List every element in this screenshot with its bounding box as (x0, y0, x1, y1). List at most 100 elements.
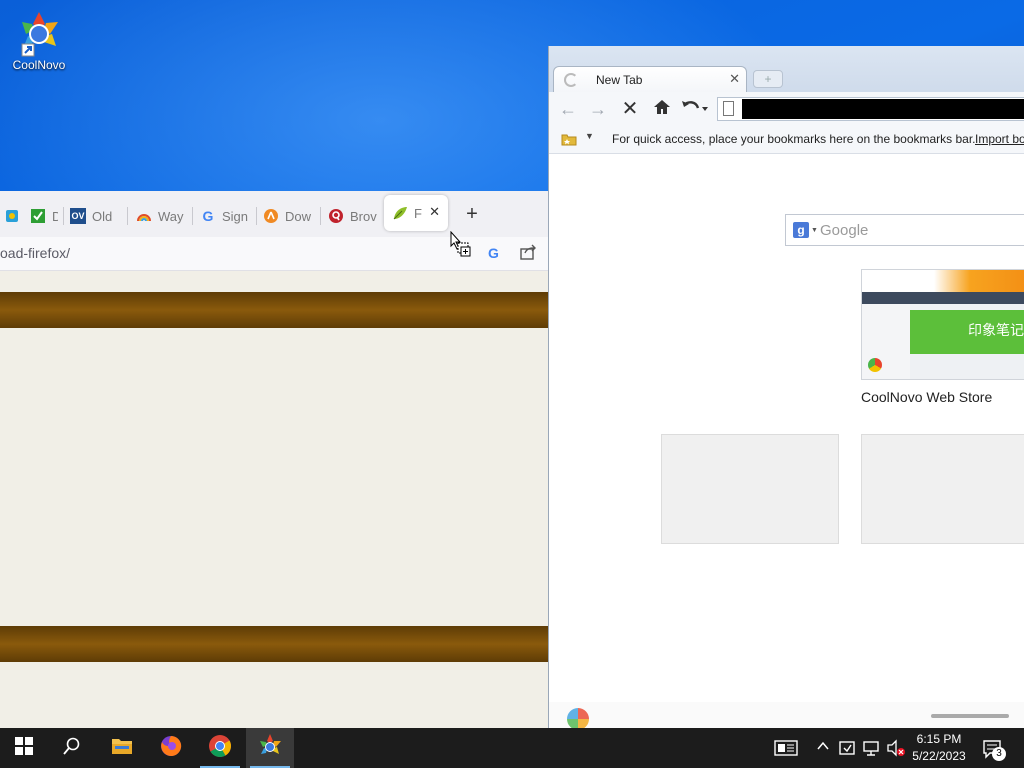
tab-title: New Tab (596, 72, 643, 87)
close-icon[interactable]: ✕ (729, 71, 740, 87)
tab-separator (192, 207, 193, 225)
search-engine-icon[interactable]: g (793, 222, 809, 238)
firefox-tab[interactable]: G Sign (200, 203, 250, 229)
search-icon (63, 737, 81, 760)
taskbar-firefox[interactable] (147, 728, 195, 768)
new-tab-button[interactable]: + (462, 204, 482, 224)
start-button[interactable] (0, 728, 48, 768)
coolnovo-logo-icon (567, 708, 589, 728)
tab-label: Brov (350, 208, 377, 224)
firefox-tab[interactable]: Brov (328, 203, 378, 229)
stop-icon[interactable]: ✕ (619, 98, 641, 120)
coolnovo-tabbar: New Tab ✕ + (549, 46, 1024, 92)
chrome-icon (208, 734, 232, 763)
coolnovo-footer (549, 702, 1024, 728)
loading-spinner-icon (564, 72, 578, 87)
ov-icon: OV (70, 208, 86, 224)
page-banner-bottom (0, 626, 548, 662)
action-center-icon[interactable]: 3 (982, 739, 1006, 761)
tab-separator (127, 207, 128, 225)
firefox-tab[interactable]: Way (136, 203, 186, 229)
folder-icon (111, 737, 133, 760)
taskbar-coolnovo[interactable] (246, 728, 294, 768)
firefox-tab[interactable]: Dow (263, 203, 313, 229)
chevron-down-icon[interactable]: ▼ (585, 131, 594, 141)
coolnovo-icon (257, 733, 283, 764)
bookmarks-bar: ▼ For quick access, place your bookmarks… (549, 124, 1024, 154)
tab-separator (320, 207, 321, 225)
search-placeholder: Google (820, 222, 869, 239)
windows-logo-icon (15, 736, 33, 760)
tab-label: Old (92, 208, 113, 224)
clock-date: 5/22/2023 (912, 749, 966, 763)
search-button[interactable] (48, 728, 96, 768)
firefox-url-bar[interactable]: oad-firefox/ G (0, 230, 548, 271)
coolnovo-tab[interactable]: New Tab ✕ (553, 66, 747, 92)
tab-label: F (414, 205, 422, 221)
tab-label: Dow (285, 208, 312, 224)
thumbnail-navbar (862, 292, 1024, 304)
checkmark-icon (30, 208, 46, 224)
page-banner-top (0, 292, 548, 328)
firefox-icon (159, 734, 183, 763)
google-g-icon: G (202, 208, 214, 224)
download-site-icon (263, 208, 279, 224)
taskbar-file-explorer[interactable] (98, 728, 146, 768)
taskbar: 6:15 PM 5/22/2023 3 (0, 728, 1024, 768)
new-tab-button[interactable]: + (753, 70, 783, 88)
network-icon[interactable] (862, 739, 880, 757)
firefox-tab[interactable]: OV Old (70, 203, 120, 229)
firefox-tab-active[interactable]: F ✕ (384, 195, 448, 231)
firefox-tab[interactable]: D (30, 203, 58, 229)
leaf-icon (392, 205, 408, 221)
chevron-down-icon[interactable]: ▼ (811, 227, 818, 234)
clock[interactable]: 6:15 PM 5/22/2023 (906, 731, 972, 765)
drag-copy-cursor-icon (450, 230, 474, 264)
search-box[interactable]: g ▼ Google (785, 214, 1024, 246)
google-icon[interactable]: G (488, 245, 499, 261)
volume-muted-icon[interactable] (886, 739, 905, 757)
tab-separator (256, 207, 257, 225)
thumbnail-banner-text: 印象笔记 (968, 323, 1024, 339)
thumbnail-header (862, 270, 1024, 292)
tab-label: Way (158, 208, 184, 224)
page-icon (723, 101, 734, 116)
rainbow-icon (136, 208, 152, 224)
back-arrow-icon[interactable]: ← (557, 98, 579, 120)
thumbnail-banner: 印象笔记 (910, 310, 1024, 354)
share-icon[interactable] (519, 243, 537, 266)
import-bookmarks-link[interactable]: Import bo (975, 132, 1024, 146)
taskbar-chrome[interactable] (196, 728, 244, 768)
desktop-icon-label: CoolNovo (12, 58, 66, 72)
tab-separator (63, 207, 64, 225)
tab-label: D (52, 208, 58, 224)
news-icon[interactable] (774, 739, 798, 757)
chevron-up-icon[interactable] (814, 739, 832, 757)
folder-icon[interactable] (561, 132, 577, 149)
desktop-icon-coolnovo[interactable]: CoolNovo (6, 8, 72, 72)
home-icon[interactable] (651, 98, 673, 120)
empty-thumbnail (861, 434, 1024, 544)
firefox-tab[interactable] (4, 203, 26, 229)
most-visited-thumbnail[interactable]: 印象笔记 (861, 269, 1024, 380)
notification-count-badge: 3 (992, 747, 1006, 761)
bookmarks-bar-message: For quick access, place your bookmarks h… (612, 132, 976, 146)
url-text: oad-firefox/ (0, 245, 71, 261)
url-redacted (742, 99, 1024, 119)
omnibox[interactable] (717, 97, 1024, 121)
forward-arrow-icon[interactable]: → (587, 98, 609, 120)
coolnovo-small-icon (868, 358, 882, 372)
close-icon[interactable]: ✕ (429, 204, 440, 220)
quora-icon (328, 208, 344, 224)
firefox-window: D OV Old Way G Sign Dow Brov F ✕ + oad-f… (0, 191, 548, 728)
undo-icon[interactable] (679, 98, 711, 120)
security-icon[interactable] (838, 739, 856, 757)
thumbnail-label[interactable]: CoolNovo Web Store (861, 389, 1024, 405)
empty-thumbnail (661, 434, 839, 544)
coolnovo-window: New Tab ✕ + ← → ✕ ▼ For quick access, pl… (548, 46, 1024, 728)
puzzle-icon (4, 208, 20, 224)
clock-time: 6:15 PM (916, 732, 962, 746)
scrollbar-thumb[interactable] (931, 714, 1009, 718)
coolnovo-icon (14, 8, 64, 58)
tab-label: Sign (222, 208, 249, 224)
